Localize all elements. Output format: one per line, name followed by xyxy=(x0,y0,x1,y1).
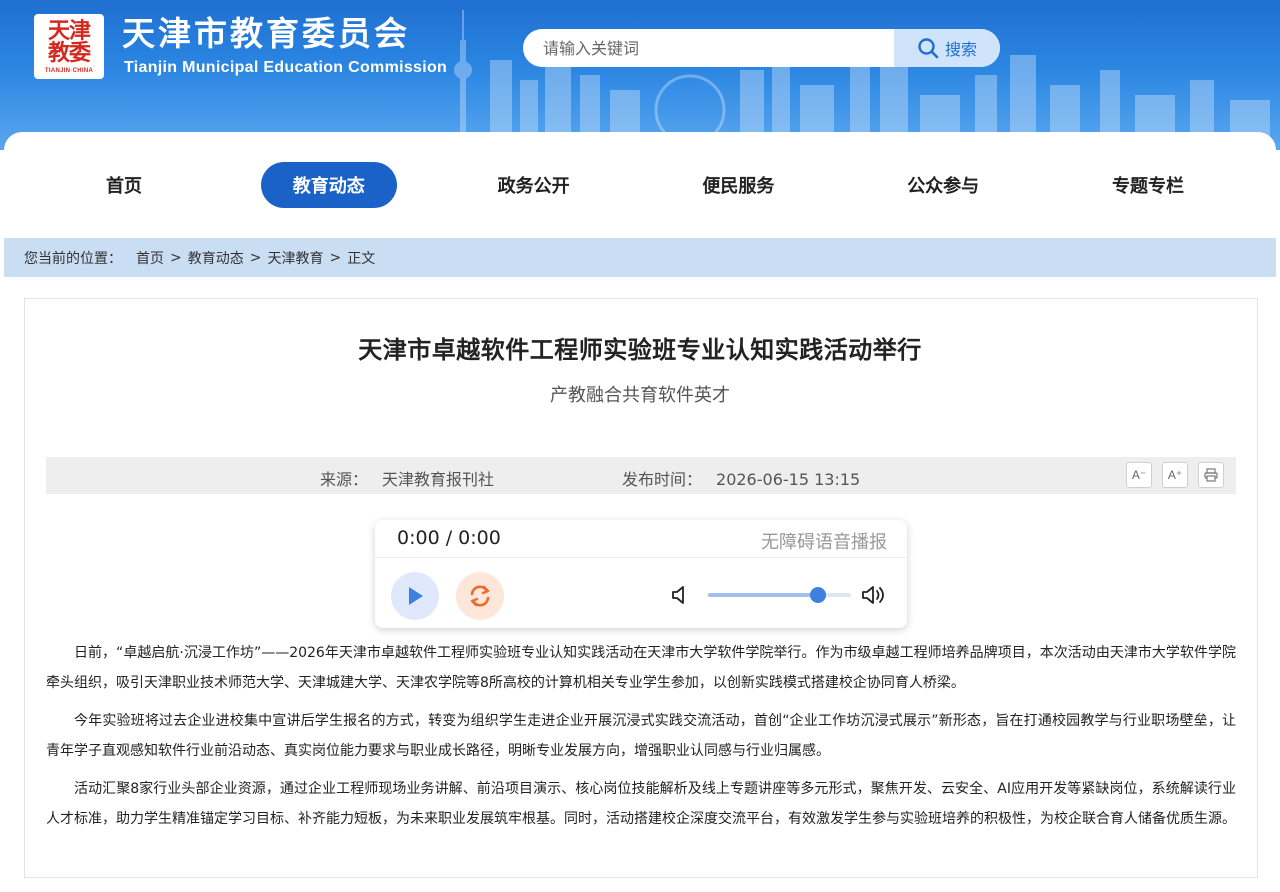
site-title-english: Tianjin Municipal Education Commission xyxy=(124,59,448,76)
player-time-display: 0:00 / 0:00 xyxy=(397,527,501,549)
logo-mark-bottom: 教委 xyxy=(47,39,91,66)
nav-item-home[interactable]: 首页 xyxy=(56,162,192,208)
breadcrumb-separator: > xyxy=(170,249,182,266)
source-label: 来源： xyxy=(320,470,369,489)
breadcrumb-tianjin-education[interactable]: 天津教育 xyxy=(267,248,323,268)
logo-mark-top: 天津 xyxy=(47,17,91,44)
breadcrumb-home[interactable]: 首页 xyxy=(136,248,164,268)
article-meta-bar: 来源： 天津教育报刊社 发布时间： 2026-06-15 13:15 A⁻ A⁺ xyxy=(46,457,1236,494)
breadcrumb-prefix: 您当前的位置： xyxy=(24,250,122,267)
search-input[interactable] xyxy=(523,29,894,67)
article-subtitle: 产教融合共育软件英才 xyxy=(550,385,730,406)
site-logo[interactable]: 天津 教委 TIANJIN·CHINA xyxy=(34,14,104,79)
article-body: 日前，“卓越启航·沉浸工作坊”——2026年天津市卓越软件工程师实验班专业认知实… xyxy=(46,638,1236,842)
source-value: 天津教育报刊社 xyxy=(382,470,495,489)
volume-slider-fill xyxy=(708,593,819,597)
volume-slider[interactable] xyxy=(708,587,851,603)
search-button-label: 搜索 xyxy=(944,40,977,59)
nav-item-special-topics[interactable]: 专题专栏 xyxy=(1080,162,1216,208)
site-title: 天津市教育委员会 xyxy=(122,14,410,53)
time-label: 发布时间： xyxy=(622,470,703,489)
city-skyline-decoration xyxy=(454,10,1270,150)
volume-low-icon[interactable] xyxy=(671,584,689,606)
volume-high-icon[interactable] xyxy=(861,583,889,607)
search-box: 搜索 xyxy=(523,29,1000,67)
search-button[interactable]: 搜索 xyxy=(894,29,1000,67)
nav-item-public-services[interactable]: 便民服务 xyxy=(670,162,806,208)
article-paragraph: 活动汇聚8家行业头部企业资源，通过企业工程师现场业务讲解、前沿项目演示、核心岗位… xyxy=(46,781,1236,827)
article-publish-time: 发布时间： 2026-06-15 13:15 xyxy=(622,466,860,490)
article-paragraph: 今年实验班将过去企业进校集中宣讲后学生报名的方式，转变为组织学生走进企业开展沉浸… xyxy=(46,713,1236,759)
decrease-font-button[interactable]: A⁻ xyxy=(1126,462,1152,488)
nav-item-government-affairs[interactable]: 政务公开 xyxy=(466,162,602,208)
audio-player: 0:00 / 0:00 无障碍语音播报 xyxy=(375,520,907,628)
breadcrumb-current: 正文 xyxy=(347,250,376,267)
breadcrumb-separator: > xyxy=(249,249,262,266)
print-button[interactable] xyxy=(1198,462,1224,488)
breadcrumb-separator: > xyxy=(329,249,342,266)
article-paragraph: 日前，“卓越启航·沉浸工作坊”——2026年天津市卓越软件工程师实验班专业认知实… xyxy=(46,645,1236,691)
print-icon xyxy=(1204,468,1218,482)
logo-subtext: TIANJIN·CHINA xyxy=(44,67,94,74)
article-tools: A⁻ A⁺ xyxy=(1126,462,1224,488)
site-header: 天津 教委 TIANJIN·CHINA 天津市教育委员会 Tianjin Mun… xyxy=(0,0,1280,150)
time-value: 2026-06-15 13:15 xyxy=(716,470,861,489)
breadcrumb-education-news[interactable]: 教育动态 xyxy=(188,248,244,268)
nav-item-education-news[interactable]: 教育动态 xyxy=(260,162,397,208)
search-icon xyxy=(918,38,939,59)
player-header: 0:00 / 0:00 无障碍语音播报 xyxy=(375,520,907,558)
nav-item-public-participation[interactable]: 公众参与 xyxy=(875,162,1011,208)
increase-font-button[interactable]: A⁺ xyxy=(1162,462,1188,488)
volume-slider-knob[interactable] xyxy=(810,587,827,603)
repeat-button[interactable] xyxy=(456,572,504,620)
main-nav: 首页 教育动态 政务公开 便民服务 公众参与 专题专栏 xyxy=(56,162,1216,208)
repeat-icon xyxy=(470,585,490,607)
article-title: 天津市卓越软件工程师实验班专业认知实践活动举行 xyxy=(358,336,922,364)
player-label: 无障碍语音播报 xyxy=(761,532,887,553)
play-icon xyxy=(409,587,423,605)
article-source: 来源： 天津教育报刊社 xyxy=(320,466,494,490)
breadcrumb: 您当前的位置： 首页 > 教育动态 > 天津教育 > 正文 xyxy=(4,238,1276,277)
play-button[interactable] xyxy=(391,572,439,620)
